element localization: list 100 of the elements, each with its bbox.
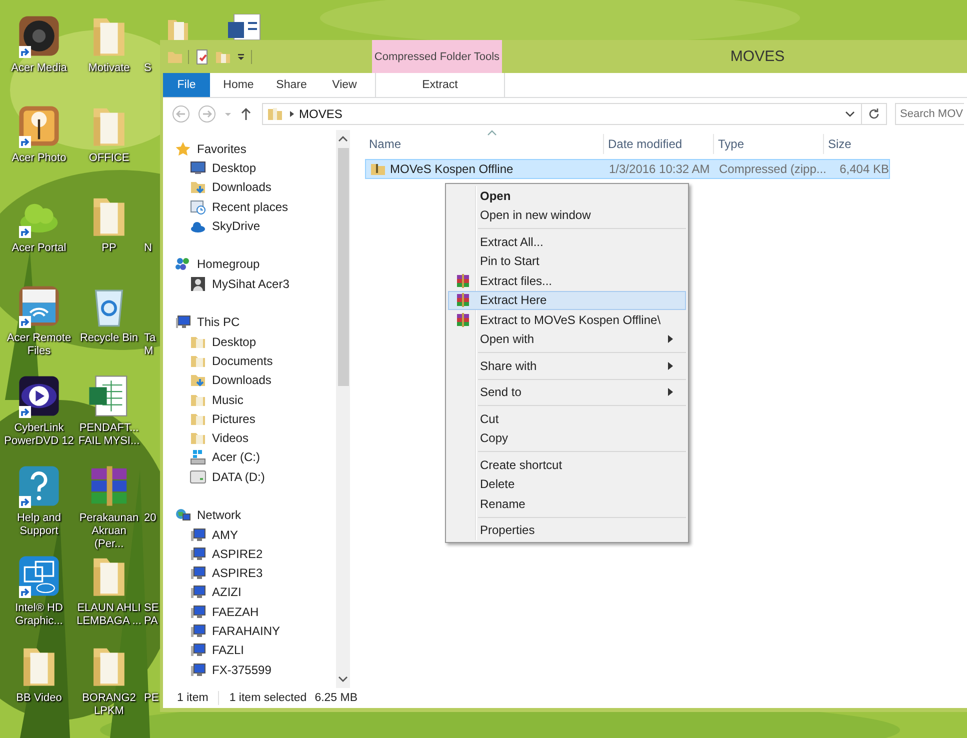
menu-item[interactable]: Share with xyxy=(448,356,686,376)
archive-books-icon xyxy=(456,274,470,288)
menu-item[interactable]: Extract All... xyxy=(448,232,686,252)
desktop-icon-label: PE xyxy=(144,692,159,705)
computer-icon xyxy=(190,526,206,543)
nav-item[interactable]: FARAHAINY xyxy=(163,621,336,641)
question-mark-icon xyxy=(17,464,61,508)
homegroup-icon xyxy=(175,256,191,272)
nav-item[interactable]: ASPIRE2 xyxy=(163,544,336,564)
menu-item[interactable]: Extract Here xyxy=(448,290,686,310)
menu-item[interactable]: Extract files... xyxy=(448,271,686,290)
nav-item[interactable]: Music xyxy=(163,390,336,410)
drive-icon xyxy=(190,449,206,466)
table-cell-text: Compressed (zipp... xyxy=(718,162,825,176)
nav-item[interactable]: FX-375599 xyxy=(163,660,336,680)
desktop-icon[interactable]: Acer Remote Files xyxy=(2,284,76,374)
clock-icon xyxy=(190,198,206,215)
chevron-right-icon[interactable] xyxy=(289,110,295,118)
menu-item[interactable]: Create shortcut xyxy=(448,455,686,474)
desktop-icon-label: S xyxy=(144,62,152,75)
menu-item[interactable]: Pin to Start xyxy=(448,252,686,271)
window-title: MOVES xyxy=(729,47,786,67)
table-cell-text: 1/3/2016 10:32 AM xyxy=(608,162,711,176)
ribbon-tab[interactable]: File xyxy=(163,73,210,97)
scroll-up-icon[interactable] xyxy=(338,135,348,143)
dropdown-icon[interactable] xyxy=(236,52,246,62)
computer-icon xyxy=(190,546,206,562)
nav-item[interactable]: Desktop xyxy=(163,332,336,352)
computer-icon xyxy=(175,314,191,330)
scrollbar[interactable] xyxy=(336,130,350,688)
status-text: 6.25 MB xyxy=(314,692,358,704)
nav-item[interactable]: MySihat Acer3 xyxy=(163,274,336,294)
chevron-down-icon[interactable] xyxy=(845,110,855,118)
globe-icon xyxy=(175,507,191,524)
desktop-icon[interactable]: Perakaunan Akruan (Per... xyxy=(76,464,142,554)
scrollbar-thumb[interactable] xyxy=(338,148,348,386)
scroll-down-icon[interactable] xyxy=(338,675,348,683)
nav-item[interactable]: Downloads xyxy=(163,370,336,390)
refresh-icon xyxy=(868,108,880,120)
menu-item[interactable]: Delete xyxy=(448,474,686,494)
nav-item[interactable]: Documents xyxy=(163,351,336,371)
nav-item[interactable]: Network xyxy=(163,506,336,525)
folder-icon xyxy=(190,430,206,446)
address-bar[interactable]: MOVES xyxy=(262,103,862,125)
computer-icon xyxy=(190,584,206,600)
nav-item[interactable]: Desktop xyxy=(163,158,336,178)
properties-icon[interactable] xyxy=(194,48,210,64)
desktop-icon[interactable]: ELAUN AHLI LEMBAGA ... xyxy=(76,554,142,644)
menu-item[interactable]: Rename xyxy=(448,494,686,514)
table-cell-text: 6,404 KB xyxy=(838,162,890,176)
desktop-icon[interactable]: PENDAFT... FAIL MYSI... xyxy=(76,374,142,464)
nav-item[interactable]: Favorites xyxy=(163,139,336,158)
desktop-icon[interactable]: Help and Support xyxy=(2,464,76,554)
nav-item[interactable]: Downloads xyxy=(163,178,336,197)
ribbon-tab[interactable]: Extract xyxy=(375,73,505,97)
nav-item[interactable]: FAZLI xyxy=(163,640,336,660)
up-arrow-icon[interactable] xyxy=(240,107,252,121)
document-icon[interactable] xyxy=(228,14,262,40)
desktop-icon[interactable]: BB Video xyxy=(2,644,76,734)
context-tab-header: Compressed Folder Tools xyxy=(372,40,502,73)
nav-item[interactable]: DATA (D:) xyxy=(163,467,336,486)
nav-item[interactable]: Videos xyxy=(163,428,336,448)
breadcrumb[interactable]: MOVES xyxy=(295,107,346,121)
nav-item[interactable]: This PC xyxy=(163,312,336,332)
folder-icon xyxy=(267,106,283,122)
file-row[interactable]: MOVeS Kospen Offline 1/3/2016 10:32 AM Compressed (zipp... 6,404 KB xyxy=(365,159,890,179)
menu-item[interactable]: Copy xyxy=(448,428,686,448)
archive-books-icon xyxy=(456,293,470,308)
nav-item[interactable]: Recent places xyxy=(163,196,336,216)
desktop-icon[interactable]: CyberLink PowerDVD 12 xyxy=(2,374,76,464)
nav-item[interactable]: Homegroup xyxy=(163,254,336,274)
menu-item[interactable]: Send to xyxy=(448,382,686,402)
nav-item[interactable]: Pictures xyxy=(163,409,336,428)
computer-icon xyxy=(190,662,206,678)
computer-icon xyxy=(190,642,206,658)
archive-books-icon xyxy=(456,312,470,327)
desktop-icon-label: 20 xyxy=(144,512,156,525)
nav-item[interactable]: SkyDrive xyxy=(163,216,336,236)
menu-item[interactable]: Properties xyxy=(448,520,686,540)
nav-item[interactable]: Acer (C:) xyxy=(163,448,336,468)
nav-item[interactable]: FAEZAH xyxy=(163,602,336,622)
nav-item[interactable]: AMY xyxy=(163,524,336,544)
menu-item[interactable]: Open xyxy=(448,186,686,206)
refresh-button[interactable] xyxy=(862,103,887,125)
desktop-icon[interactable]: BORANG2 LPKM xyxy=(76,644,142,734)
download-folder-icon xyxy=(190,179,206,196)
desktop-icon[interactable]: Intel® HD Graphic... xyxy=(2,554,76,644)
menu-item[interactable]: Cut xyxy=(448,409,686,428)
nav-item[interactable]: ASPIRE3 xyxy=(163,564,336,583)
computer-icon xyxy=(190,604,206,620)
menu-item[interactable]: Extract to MOVeS Kospen Offline\ xyxy=(448,310,686,330)
download-folder-icon xyxy=(190,372,206,388)
star-icon xyxy=(175,140,191,157)
desktop-icon-label: Ta M xyxy=(144,332,156,358)
menu-item[interactable]: Open in new window xyxy=(448,206,686,225)
nav-item[interactable]: AZIZI xyxy=(163,582,336,602)
status-text: 1 item xyxy=(177,692,208,704)
menu-item[interactable]: Open with xyxy=(448,330,686,349)
search-field[interactable]: Search MOV xyxy=(895,103,964,125)
submenu-arrow-icon xyxy=(668,388,673,396)
